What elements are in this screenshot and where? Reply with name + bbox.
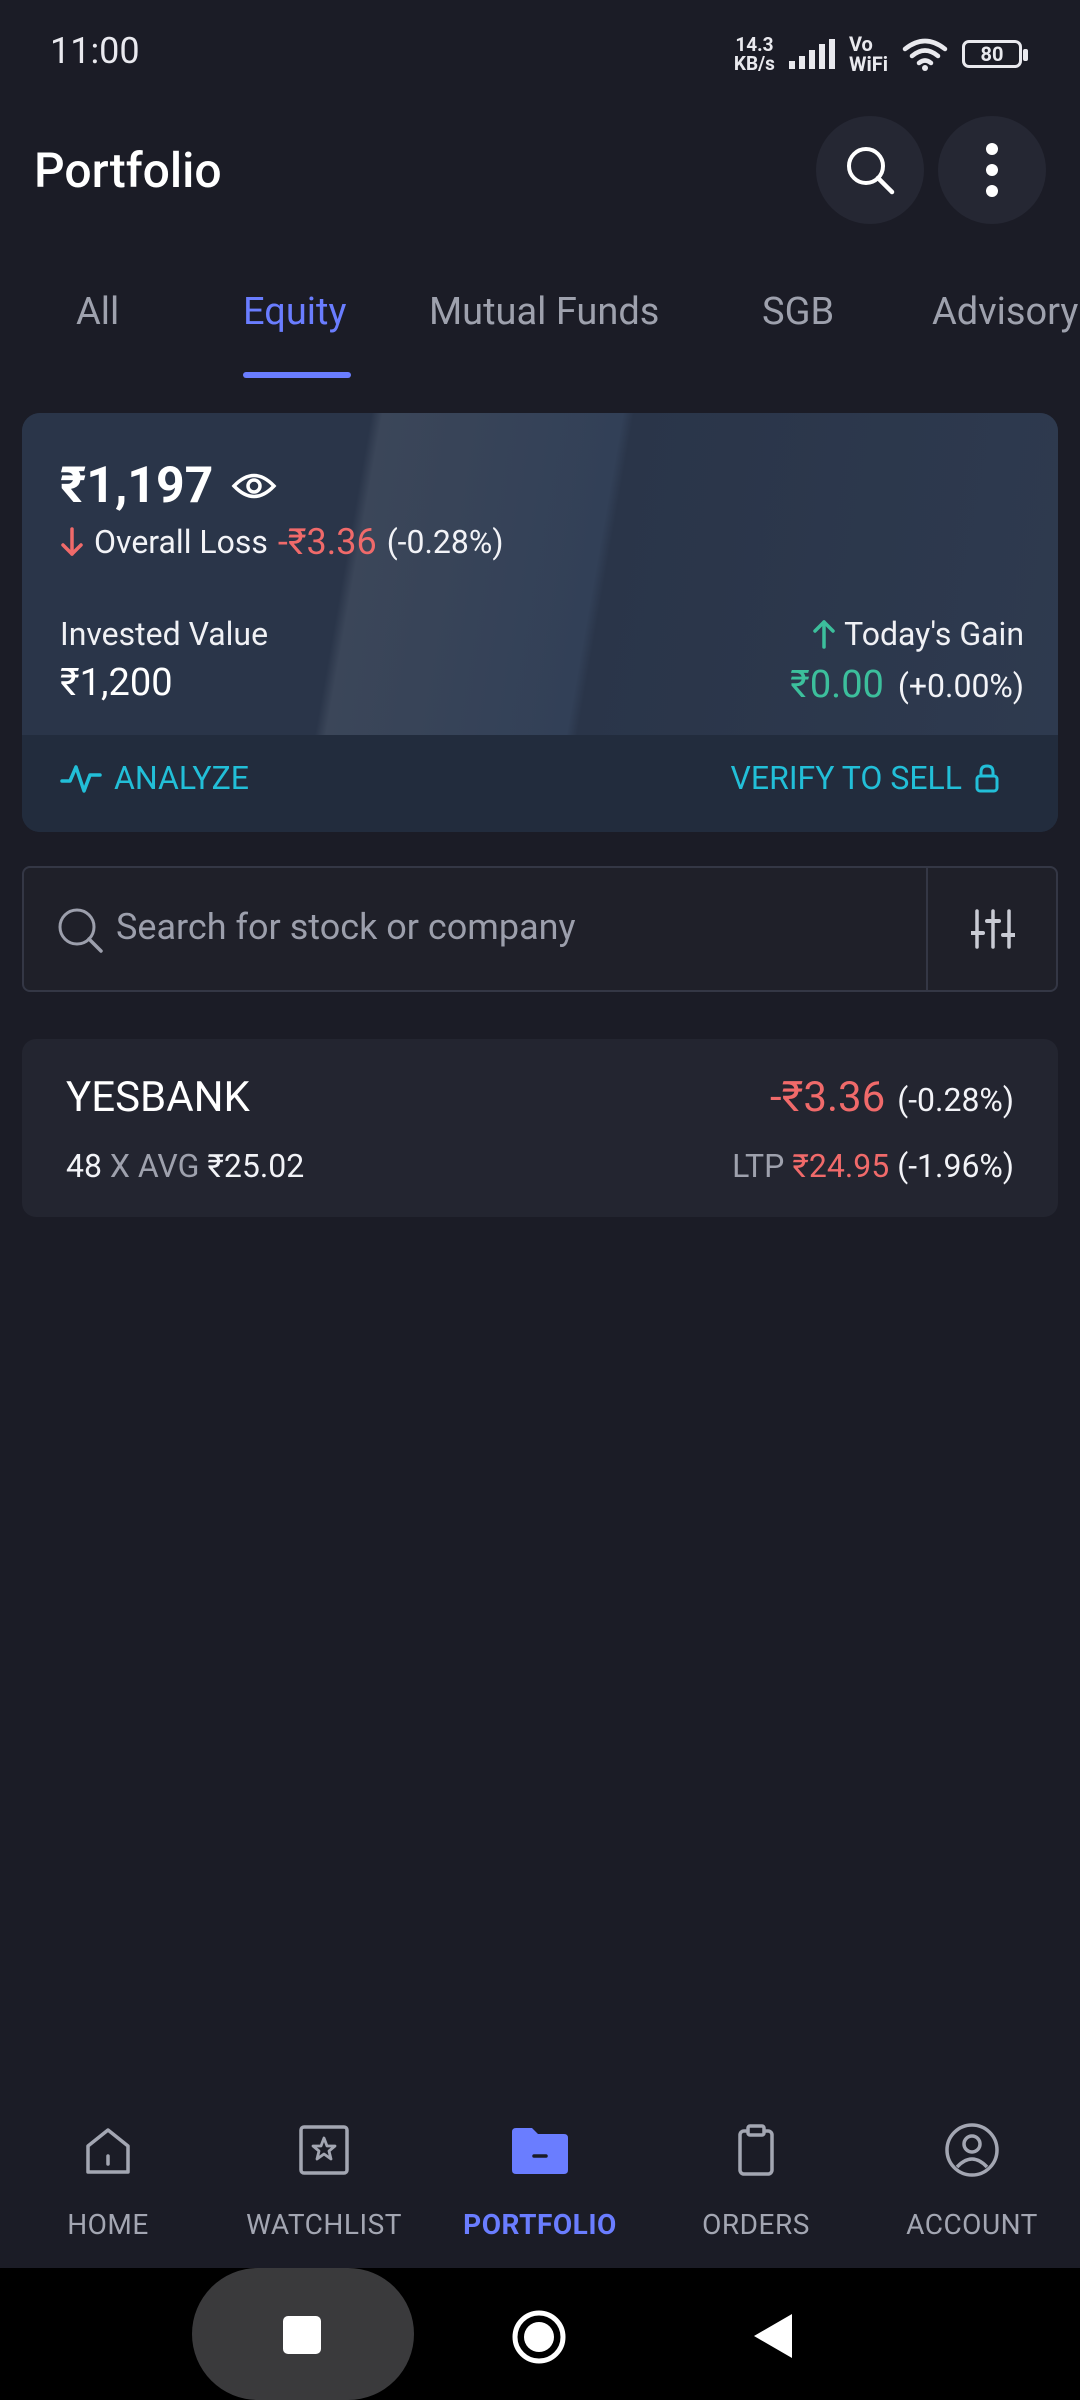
more-options-button[interactable] (938, 116, 1046, 224)
holding-pl-percent: (-0.28%) (897, 1081, 1014, 1119)
todays-gain-value: ₹0.00 (+0.00%) (790, 663, 1024, 707)
eye-icon[interactable] (231, 471, 277, 501)
account-icon (945, 2123, 999, 2177)
network-speed: 14.3 KB/s (733, 33, 775, 75)
tab-mutual-funds[interactable]: Mutual Funds (429, 290, 659, 334)
invested-value: ₹1,200 (60, 661, 173, 705)
search-icon (847, 147, 895, 195)
tab-sgb[interactable]: SGB (762, 290, 834, 334)
search-button[interactable] (816, 116, 924, 224)
activity-pulse-icon (60, 765, 102, 793)
holding-qty: 48 (66, 1147, 102, 1185)
nav-home-label: HOME (67, 2208, 149, 2241)
search-icon (58, 908, 103, 953)
home-icon (86, 2128, 130, 2174)
battery-icon: 80 (962, 40, 1028, 68)
holding-row[interactable]: YESBANK 48 X AVG ₹25.02 -₹3.36 (-0.28%) … (22, 1039, 1058, 1217)
arrow-down-icon (61, 527, 83, 556)
arrow-up-icon (813, 620, 835, 649)
holding-avg-price: ₹25.02 (207, 1147, 305, 1185)
holdings-search: Search for stock or company (22, 866, 1058, 992)
signal-icon (788, 39, 835, 69)
filter-sliders-icon (971, 909, 1015, 949)
todays-gain-percent: (+0.00%) (897, 667, 1024, 705)
portfolio-summary-card: ₹1,197 Overall Loss -₹3.36 (-0.28%) Inve… (22, 413, 1058, 832)
todays-gain-label-row: Today's Gain (812, 615, 1024, 653)
lock-icon (975, 764, 999, 793)
holding-symbol: YESBANK (66, 1073, 250, 1122)
nav-orders-label: ORDERS (702, 2208, 810, 2241)
overall-pl-row: Overall Loss -₹3.36 (-0.28%) (60, 521, 503, 563)
orders-clipboard-icon (738, 2124, 774, 2176)
verify-to-sell-button[interactable]: VERIFY TO SELL (731, 759, 1000, 797)
todays-gain-label: Today's Gain (844, 615, 1024, 653)
nav-account-label: ACCOUNT (906, 2208, 1038, 2241)
todays-gain-amount: ₹0.00 (790, 663, 884, 707)
filter-button[interactable] (928, 868, 1058, 990)
wifi-icon (902, 38, 948, 71)
tab-equity[interactable]: Equity (243, 290, 346, 334)
back-triangle-icon[interactable] (752, 2312, 794, 2360)
verify-label: VERIFY TO SELL (730, 759, 962, 797)
tab-all[interactable]: All (76, 290, 119, 334)
holding-pl: -₹3.36 (-0.28%) (770, 1073, 1014, 1122)
nav-home[interactable]: HOME (0, 2110, 216, 2241)
holding-ltp-value: ₹24.95 (792, 1147, 890, 1185)
portfolio-folder-icon (512, 2128, 568, 2174)
nav-watchlist[interactable]: WATCHLIST (216, 2110, 432, 2241)
status-time: 11:00 (50, 30, 140, 72)
nav-watchlist-label: WATCHLIST (246, 2208, 402, 2241)
tab-advisory[interactable]: Advisory (932, 290, 1078, 334)
search-input[interactable]: Search for stock or company (116, 906, 576, 948)
nav-portfolio[interactable]: PORTFOLIO (432, 2110, 648, 2241)
overall-label: Overall Loss (94, 523, 268, 561)
nav-portfolio-label: PORTFOLIO (463, 2208, 617, 2241)
analyze-label: ANALYZE (114, 759, 249, 797)
current-value: ₹1,197 (60, 457, 277, 515)
nav-orders[interactable]: ORDERS (648, 2110, 864, 2241)
overall-percent: (-0.28%) (386, 523, 504, 561)
watchlist-star-icon (299, 2125, 349, 2175)
recents-square-icon[interactable] (283, 2316, 321, 2354)
invested-label: Invested Value (60, 615, 269, 653)
holding-quantity-avg: 48 X AVG ₹25.02 (66, 1147, 305, 1185)
active-tab-indicator (243, 372, 351, 378)
holding-ltp: LTP ₹24.95 (-1.96%) (732, 1147, 1014, 1185)
status-icons: 14.3 KB/s Vo WiFi 80 (733, 32, 1028, 76)
nav-account[interactable]: ACCOUNT (864, 2110, 1080, 2241)
holding-ltp-percent: (-1.96%) (897, 1147, 1014, 1185)
analyze-button[interactable]: ANALYZE (60, 759, 249, 797)
holding-pl-amount: -₹3.36 (770, 1073, 886, 1122)
home-circle-icon[interactable] (510, 2308, 568, 2366)
page-title: Portfolio (34, 142, 222, 199)
overall-amount: -₹3.36 (277, 521, 377, 563)
vowifi-indicator: Vo WiFi (848, 32, 888, 76)
more-vertical-icon (986, 143, 998, 197)
system-navigation-bar (0, 2268, 1080, 2400)
